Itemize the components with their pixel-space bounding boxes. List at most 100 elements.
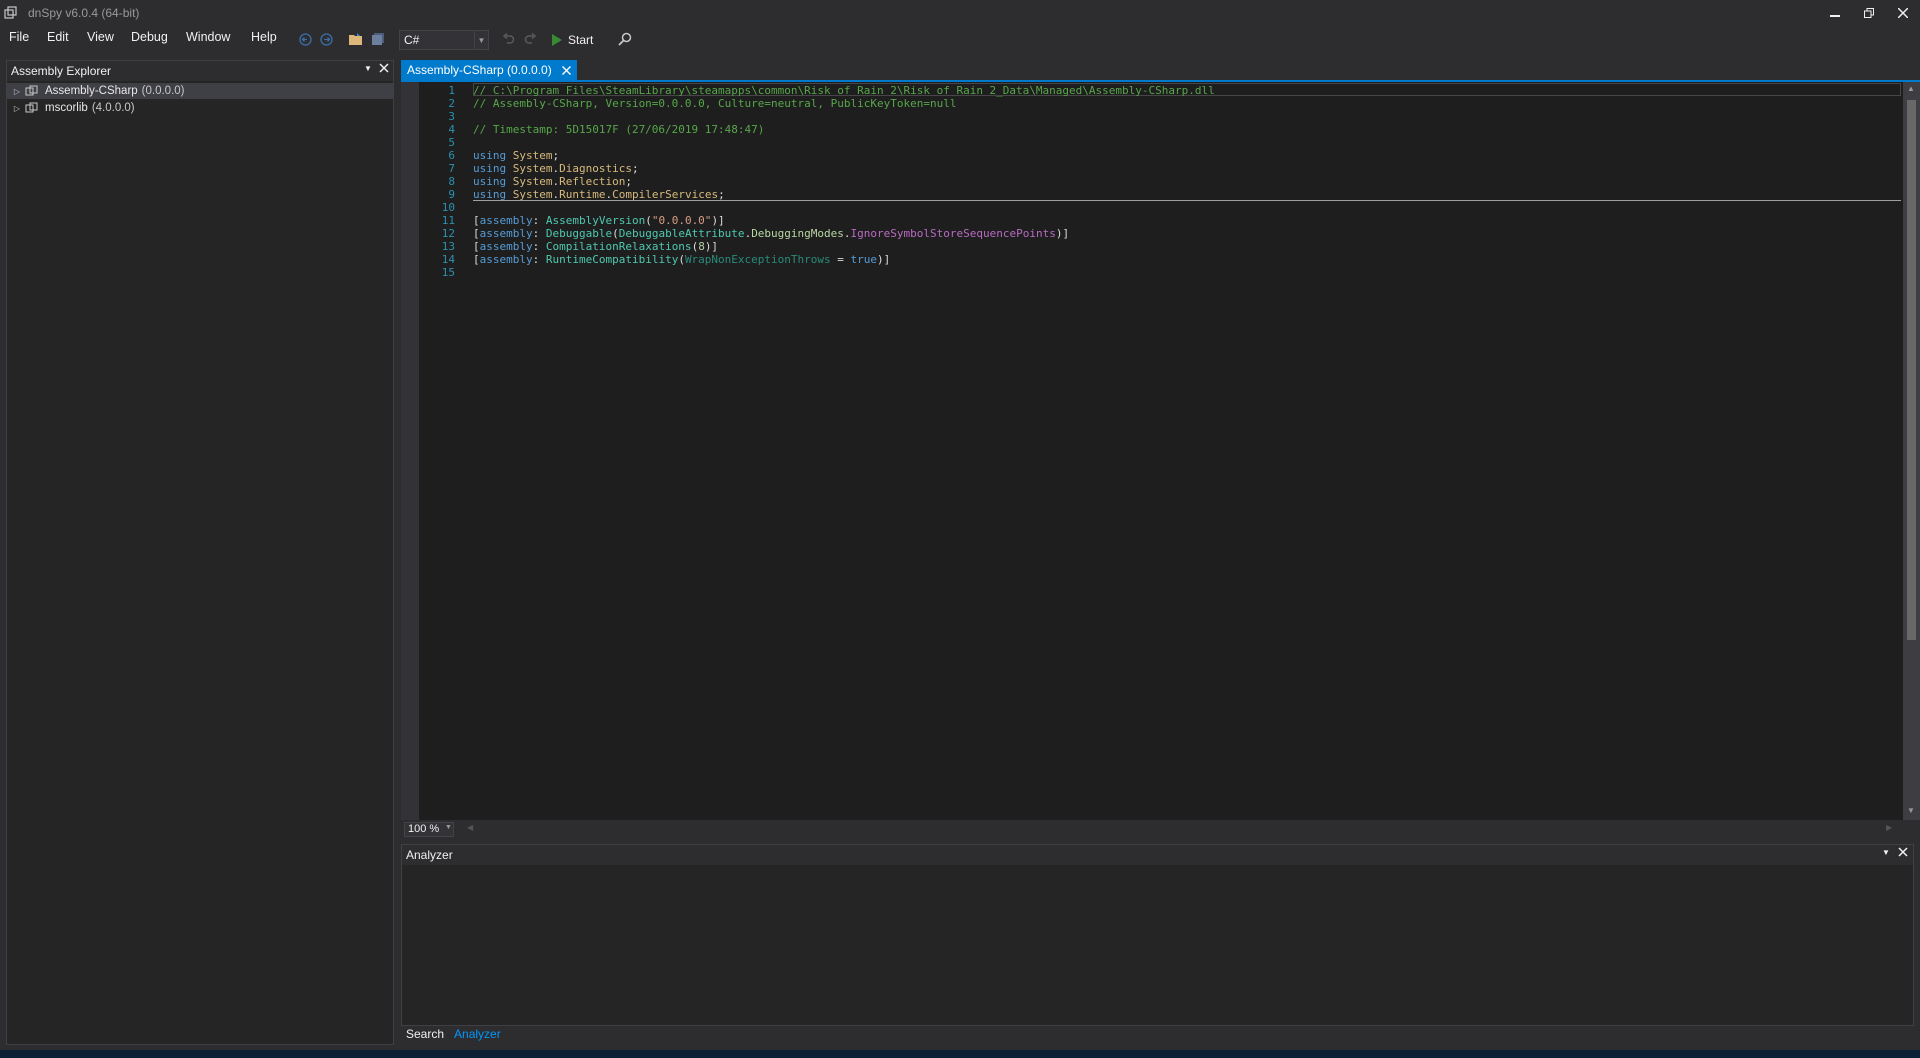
expand-arrow-icon[interactable]: ▷ — [11, 104, 23, 113]
close-icon — [1898, 8, 1908, 18]
code-line: [assembly: RuntimeCompatibility(WrapNonE… — [473, 253, 891, 266]
panel-menu-chevron-icon[interactable]: ▼ — [1882, 848, 1890, 857]
assembly-name: mscorlib — [45, 102, 88, 114]
minimize-icon — [1830, 15, 1840, 17]
navigate-back-icon — [298, 32, 312, 46]
navigate-forward-button[interactable] — [318, 31, 334, 47]
menu-help[interactable]: Help — [251, 30, 277, 44]
editor-status-bar: 100 % ▼ ◀ ▶ — [401, 820, 1920, 838]
tree-item-assembly-csharp[interactable]: ▷ Assembly-CSharp (0.0.0.0) — [7, 83, 393, 99]
restore-button[interactable] — [1852, 0, 1886, 26]
code-area[interactable]: 1 2 3 4 5 6 7 8 9 10 11 12 13 14 15 // C… — [419, 82, 1903, 820]
line-number: 4 — [448, 123, 455, 136]
line-number: 6 — [448, 149, 455, 162]
code-line: [assembly: Debuggable(DebuggableAttribut… — [473, 227, 1070, 240]
analyzer-title: Analyzer — [406, 848, 453, 862]
zoom-value: 100 % — [408, 823, 440, 835]
line-number: 12 — [441, 227, 455, 240]
undo-button[interactable] — [500, 31, 516, 47]
line-number: 7 — [448, 162, 455, 175]
tab-search[interactable]: Search — [401, 1026, 449, 1044]
menu-file[interactable]: File — [9, 30, 29, 44]
line-number: 2 — [448, 97, 455, 110]
assembly-name: Assembly-CSharp — [45, 85, 138, 97]
save-all-button[interactable] — [370, 31, 386, 47]
code-line: using System; — [473, 149, 560, 162]
start-debugging-button[interactable]: Start — [552, 30, 593, 50]
app-icon — [4, 6, 17, 19]
title-bar: dnSpy v6.0.4 (64-bit) — [0, 0, 1920, 28]
close-panel-button[interactable] — [379, 62, 389, 76]
document-tab-assembly-csharp[interactable]: Assembly-CSharp (0.0.0.0) — [401, 60, 577, 80]
save-all-icon — [372, 33, 384, 45]
scrollbar-thumb[interactable] — [1907, 100, 1916, 640]
menu-edit[interactable]: Edit — [47, 30, 69, 44]
window-title: dnSpy v6.0.4 (64-bit) — [28, 6, 140, 20]
scroll-down-icon[interactable]: ▼ — [1907, 806, 1915, 815]
chevron-down-icon: ▼ — [445, 824, 452, 831]
assembly-explorer-header: Assembly Explorer ▼ — [7, 61, 393, 81]
bottom-tab-strip: Search Analyzer — [401, 1026, 506, 1044]
assembly-icon — [25, 85, 38, 96]
vertical-scrollbar[interactable]: ▲ ▼ — [1903, 82, 1920, 820]
open-file-button[interactable] — [348, 31, 364, 47]
line-number: 9 — [448, 188, 455, 201]
restore-icon — [1864, 8, 1874, 18]
scroll-left-icon[interactable]: ◀ — [467, 823, 473, 832]
line-number: 11 — [441, 214, 455, 227]
editor-margin — [401, 82, 419, 820]
close-panel-button[interactable] — [1898, 846, 1908, 860]
tab-analyzer[interactable]: Analyzer — [449, 1026, 506, 1044]
menu-window[interactable]: Window — [186, 30, 230, 44]
analyzer-panel: Analyzer ▼ — [401, 844, 1914, 1026]
code-line: using System.Reflection; — [473, 175, 632, 188]
redo-button[interactable] — [522, 31, 538, 47]
start-label: Start — [568, 33, 594, 47]
code-line: // Assembly-CSharp, Version=0.0.0.0, Cul… — [473, 97, 957, 110]
language-dropdown-arrow[interactable]: ▼ — [474, 31, 488, 49]
scroll-right-icon[interactable]: ▶ — [1886, 823, 1892, 832]
redo-icon — [524, 32, 536, 44]
line-number: 10 — [441, 201, 455, 214]
line-number: 1 — [448, 84, 455, 97]
close-window-button[interactable] — [1886, 0, 1920, 26]
minimize-button[interactable] — [1818, 0, 1852, 26]
line-number: 15 — [441, 266, 455, 279]
tree-item-mscorlib[interactable]: ▷ mscorlib (4.0.0.0) — [7, 100, 393, 116]
analyzer-header: Analyzer ▼ — [402, 845, 1913, 865]
assembly-icon — [25, 102, 38, 113]
code-line: // Timestamp: 5D15017F (27/06/2019 17:48… — [473, 123, 765, 136]
menu-debug[interactable]: Debug — [131, 30, 168, 44]
line-number: 8 — [448, 175, 455, 188]
close-icon — [379, 63, 389, 73]
line-number: 5 — [448, 136, 455, 149]
document-tab-label: Assembly-CSharp (0.0.0.0) — [407, 63, 552, 77]
scroll-up-icon[interactable]: ▲ — [1907, 84, 1915, 93]
expand-arrow-icon[interactable]: ▷ — [11, 87, 23, 96]
search-button[interactable] — [617, 31, 633, 47]
navigate-forward-icon — [319, 32, 333, 46]
open-file-icon — [349, 33, 362, 45]
code-line: // C:\Program Files\SteamLibrary\steamap… — [473, 84, 1215, 97]
assembly-explorer-title: Assembly Explorer — [11, 64, 112, 78]
undo-icon — [502, 32, 514, 44]
assembly-explorer-panel: Assembly Explorer ▼ ▷ Assembly-CSharp (0… — [6, 60, 394, 1045]
line-number: 13 — [441, 240, 455, 253]
zoom-selector[interactable]: 100 % ▼ — [404, 822, 454, 837]
line-number: 3 — [448, 110, 455, 123]
code-line: using System.Diagnostics; — [473, 162, 639, 175]
start-icon — [552, 34, 562, 46]
menu-view[interactable]: View — [87, 30, 114, 44]
code-editor[interactable]: 1 2 3 4 5 6 7 8 9 10 11 12 13 14 15 // C… — [401, 82, 1920, 820]
os-taskbar — [0, 1050, 1920, 1058]
navigate-back-button[interactable] — [297, 31, 313, 47]
assembly-version: (0.0.0.0) — [141, 85, 185, 97]
panel-menu-chevron-icon[interactable]: ▼ — [364, 64, 372, 73]
search-icon — [618, 32, 632, 46]
code-line: [assembly: AssemblyVersion("0.0.0.0")] — [473, 214, 725, 227]
close-tab-icon[interactable] — [561, 65, 571, 75]
language-value: C# — [404, 33, 420, 47]
code-line: using System.Runtime.CompilerServices; — [473, 188, 725, 201]
assembly-version: (4.0.0.0) — [91, 102, 135, 114]
line-number: 14 — [441, 253, 455, 266]
